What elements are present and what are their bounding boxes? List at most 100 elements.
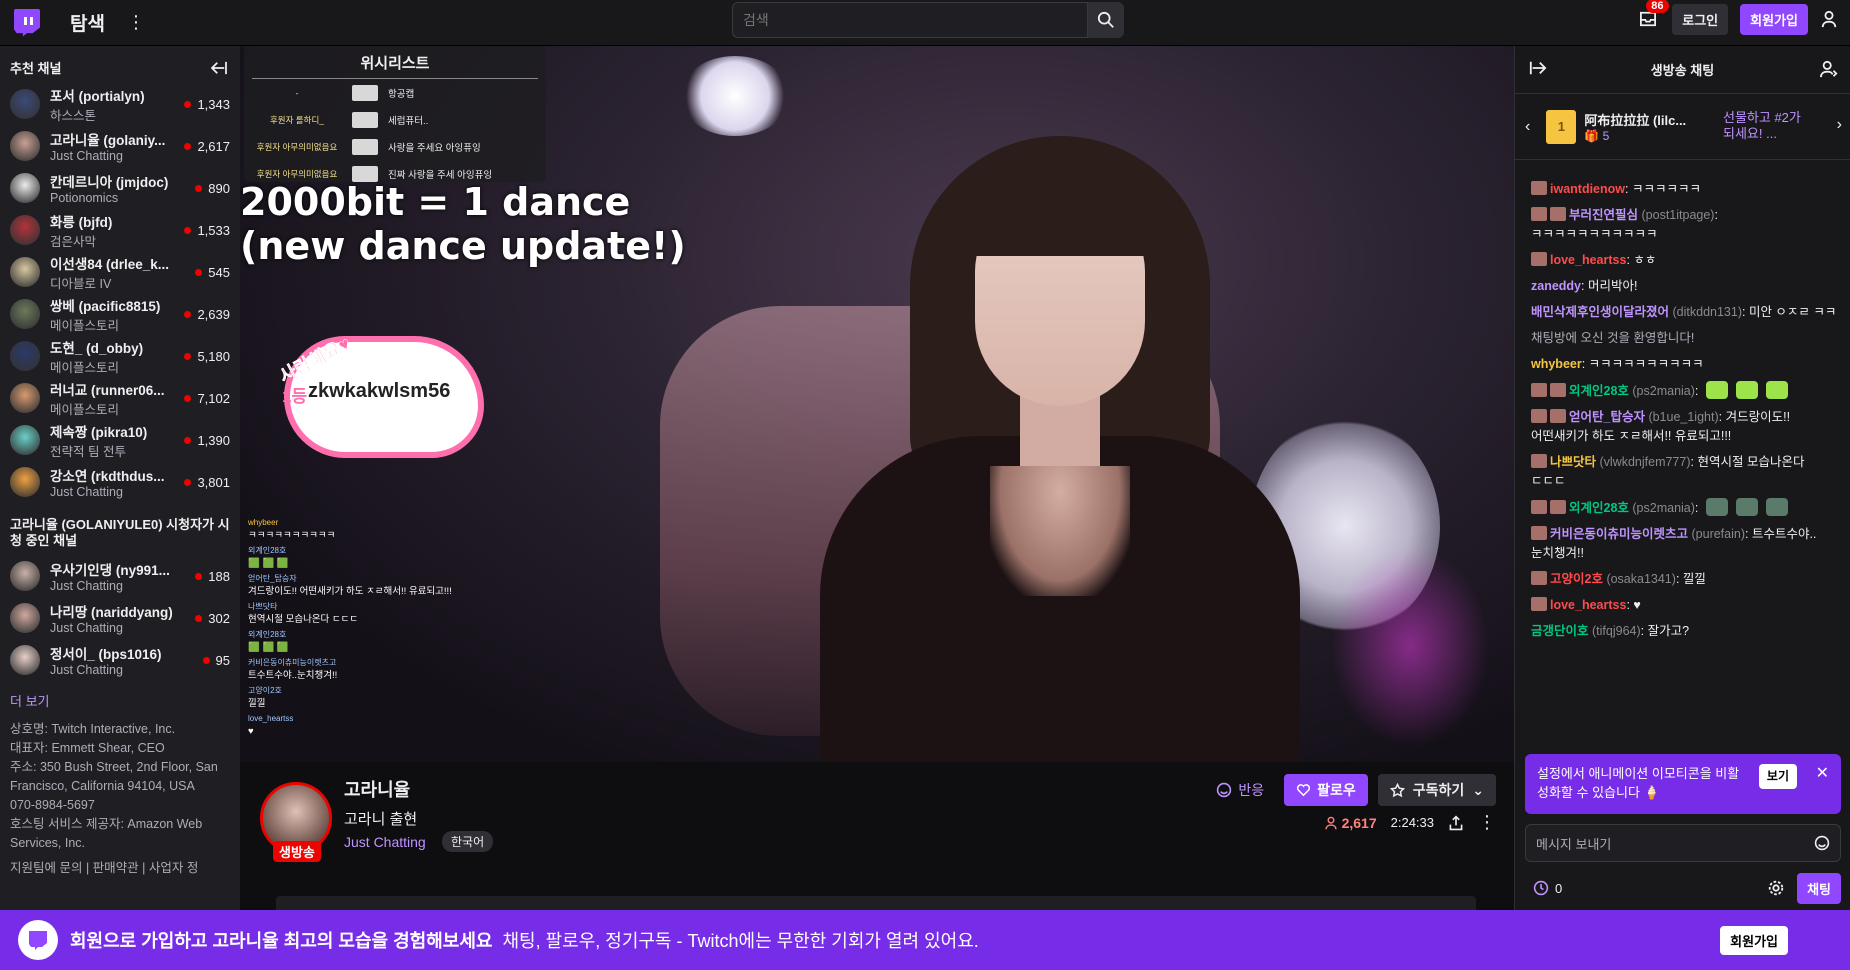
- chat-input[interactable]: 메시지 보내기: [1525, 824, 1841, 862]
- chat-message: 외계인28호 (ps2mania):: [1531, 498, 1837, 518]
- gift-rank-icon: 1: [1546, 109, 1577, 144]
- chevron-right-icon[interactable]: ›: [1837, 116, 1842, 134]
- emote-picker-icon[interactable]: [1814, 835, 1830, 851]
- follow-button[interactable]: 팔로우: [1284, 774, 1368, 806]
- live-dot-icon: [195, 268, 203, 276]
- emote-icon: [1765, 381, 1788, 399]
- live-dot-icon: [184, 100, 192, 108]
- more-menu-icon[interactable]: ⋮: [127, 12, 145, 33]
- chat-username[interactable]: whybeer: [1531, 357, 1582, 371]
- twitch-logo-icon[interactable]: [14, 8, 40, 37]
- chat-username[interactable]: 배민삭제후인생이달라졌어: [1531, 305, 1669, 319]
- sidebar-channel[interactable]: 우사기인댕 (ny991... Just Chatting 188: [0, 555, 240, 597]
- more-options-icon[interactable]: ⋮: [1478, 812, 1496, 833]
- video-light-glow: [1330, 546, 1490, 746]
- stream-category[interactable]: Just Chatting: [344, 834, 426, 850]
- inbox-button[interactable]: 86: [1636, 0, 1669, 31]
- react-button[interactable]: 반응: [1216, 780, 1264, 800]
- live-dot-icon: [184, 226, 192, 234]
- chat-login-name: (post1itpage): [1641, 208, 1715, 222]
- chat-username[interactable]: zaneddy: [1531, 279, 1581, 293]
- footer-links[interactable]: 지원팀에 문의 | 판매약관 | 사업자 정: [10, 859, 230, 878]
- sidebar-channel[interactable]: 도현_ (d_obby) 메이플스토리 5,180: [0, 335, 240, 377]
- sidebar-channel[interactable]: 고라니율 (golaniy... Just Chatting 2,617: [0, 125, 240, 167]
- chat-username[interactable]: 커비은동이츄미능이렛츠고: [1550, 527, 1688, 541]
- user-menu-icon[interactable]: [1820, 10, 1838, 28]
- live-dot-icon: [184, 394, 192, 402]
- chat-username[interactable]: 금갱단이호: [1531, 624, 1589, 638]
- app-root: 탐색 ⋮ 86 로그인 회원가입 추천 채널 포서 (portialyn) 하스스…: [0, 0, 1850, 970]
- chat-text: 미안 ㅇㅈㄹ ㅋㅋ: [1748, 305, 1837, 319]
- channel-name: 포서 (portialyn): [50, 88, 145, 104]
- login-button[interactable]: 로그인: [1672, 3, 1729, 35]
- follow-label: 팔로우: [1317, 782, 1356, 798]
- footer-line: 070-8984-5697: [10, 798, 95, 812]
- gift-top-user[interactable]: 阿布拉拉拉 (lilc...: [1584, 110, 1692, 129]
- chat-badge-icon: [1550, 207, 1566, 221]
- banner-signup-button[interactable]: 회원가입: [1720, 926, 1788, 955]
- viewer-count: 3,801: [184, 475, 230, 490]
- signup-button[interactable]: 회원가입: [1740, 3, 1808, 35]
- browse-link[interactable]: 탐색: [70, 9, 105, 36]
- channel-avatar: [10, 131, 40, 161]
- sidebar-channel[interactable]: 쌍베 (pacific8815) 메이플스토리 2,639: [0, 293, 240, 335]
- show-more-link[interactable]: 더 보기: [0, 681, 240, 714]
- chat-username[interactable]: 얻어탄_탑승자: [1569, 410, 1645, 424]
- gear-icon[interactable]: [1767, 879, 1785, 897]
- chat-username[interactable]: 부러진연필심: [1569, 208, 1638, 222]
- dance-overlay-line2: (new dance update!): [240, 224, 686, 268]
- wishlist-row: - 항공캡: [244, 79, 546, 106]
- smile-icon: [1217, 782, 1232, 798]
- video-player[interactable]: 위시리스트 - 항공캡 후원자 롤하디_ 세럽퓨터.. 후원자 아무의미없음요 사랑을…: [240, 46, 1514, 762]
- sidebar-channel[interactable]: 칸데르니아 (jmjdoc) Potionomics 890: [0, 167, 240, 209]
- chat-username[interactable]: love_heartss: [1550, 253, 1626, 267]
- chat-username[interactable]: 나쁘닷타: [1550, 455, 1596, 469]
- channel-name: 화릉 (bjfd): [50, 214, 113, 230]
- glitch-logo-icon: [18, 920, 58, 960]
- close-icon[interactable]: ✕: [1816, 764, 1829, 783]
- sidebar-channel[interactable]: 나리땅 (nariddyang) Just Chatting 302: [0, 597, 240, 639]
- chevron-left-icon[interactable]: ‹: [1525, 118, 1530, 136]
- channel-name[interactable]: 고라니율: [344, 776, 410, 802]
- subscribe-button[interactable]: 구독하기 ⌄: [1377, 774, 1496, 806]
- viewer-count: 1,533: [184, 223, 230, 238]
- collapse-chat-icon[interactable]: [1529, 60, 1547, 76]
- chat-username[interactable]: 고양이2호: [1550, 572, 1603, 586]
- streamer-figure: [820, 136, 1300, 762]
- gift-promo[interactable]: 선물하고 #2가 되세요! ...: [1707, 110, 1807, 142]
- sidebar-channel[interactable]: 정서이_ (bps1016) Just Chatting 95: [0, 639, 240, 681]
- search-input[interactable]: [732, 2, 1088, 38]
- search-button[interactable]: [1088, 2, 1124, 38]
- sidebar-channel[interactable]: 제속짱 (pikra10) 전략적 팀 전투 1,390: [0, 419, 240, 461]
- live-dot-icon: [184, 142, 192, 150]
- community-icon[interactable]: [1820, 60, 1838, 78]
- sidebar-channel[interactable]: 강소연 (rkdthdus... Just Chatting 3,801: [0, 461, 240, 503]
- overlay-chat-line: 얻어탄_탑승자 겨드랑이도!! 어떤새키가 하도 ㅈㄹ해서!! 유료되고!!!: [248, 574, 452, 597]
- channel-points[interactable]: 0: [1525, 880, 1562, 896]
- person-icon: [1324, 816, 1337, 829]
- chat-badge-icon: [1531, 409, 1547, 423]
- share-icon[interactable]: [1448, 814, 1464, 831]
- sidebar-channel[interactable]: 화릉 (bjfd) 검은사막 1,533: [0, 209, 240, 251]
- sidebar-channel[interactable]: 이선생84 (drlee_k... 디아블로 IV 545: [0, 251, 240, 293]
- overlay-chat-line: 외계인28호 🟩 🟩 🟩: [248, 546, 289, 569]
- channel-avatar: [10, 603, 40, 633]
- chat-username[interactable]: iwantdienow: [1550, 182, 1625, 196]
- chat-login-name: (osaka1341): [1606, 572, 1676, 586]
- overlay-chat-line: love_heartss ♥: [248, 714, 294, 737]
- send-chat-button[interactable]: 채팅: [1797, 872, 1841, 904]
- banner-headline: 회원으로 가입하고 고라니율 최고의 모습을 경험해보세요: [70, 931, 493, 951]
- language-tag[interactable]: 한국어: [442, 831, 494, 852]
- notice-view-button[interactable]: 보기: [1758, 764, 1797, 789]
- channel-avatar: [10, 89, 40, 119]
- chat-username[interactable]: 외계인28호: [1569, 501, 1629, 515]
- chat-username[interactable]: 외계인28호: [1569, 384, 1629, 398]
- stream-stats: 2,617 2:24:33 ⋮: [1324, 812, 1496, 833]
- chat-badge-icon: [1531, 526, 1547, 540]
- channel-category: Just Chatting: [50, 621, 123, 635]
- collapse-sidebar-icon[interactable]: [210, 61, 228, 75]
- sidebar-channel[interactable]: 러너교 (runner06... 메이플스토리 7,102: [0, 377, 240, 419]
- chat-badge-icon: [1531, 454, 1547, 468]
- chat-username[interactable]: love_heartss: [1550, 598, 1626, 612]
- sidebar-channel[interactable]: 포서 (portialyn) 하스스톤 1,343: [0, 83, 240, 125]
